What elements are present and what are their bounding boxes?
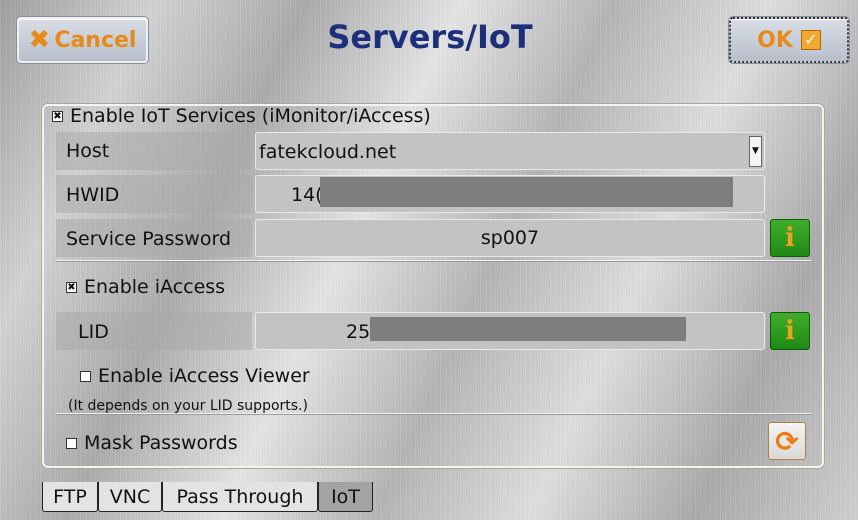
host-label: Host (66, 140, 110, 162)
tab-ftp-label: FTP (53, 485, 87, 508)
page-title: Servers/IoT (327, 18, 533, 56)
checkbox-checked-icon: ✖ (52, 111, 63, 122)
service-password-field[interactable]: sp007 (255, 219, 765, 257)
tab-vnc[interactable]: VNC (98, 482, 162, 512)
service-password-label: Service Password (66, 228, 232, 250)
divider (56, 260, 812, 262)
mask-passwords-checkbox[interactable]: Mask Passwords (66, 432, 238, 454)
enable-iot-checkbox[interactable]: ✖ Enable IoT Services (iMonitor/iAccess) (52, 105, 431, 127)
host-value: fatekcloud.net (259, 141, 397, 163)
checkbox-checked-icon: ✓ (800, 30, 821, 50)
hwid-redaction (320, 177, 733, 207)
enable-iaccess-viewer-checkbox[interactable]: Enable iAccess Viewer (80, 365, 310, 387)
host-dropdown[interactable]: fatekcloud.net ▼ (255, 132, 765, 170)
checkbox-checked-icon: ✖ (66, 282, 77, 293)
info-icon[interactable]: i (770, 312, 810, 350)
lid-value: 25 (346, 321, 371, 343)
tab-iot[interactable]: IoT (318, 482, 373, 512)
hwid-value: 14( (291, 184, 323, 206)
enable-iaccess-label: Enable iAccess (84, 276, 226, 298)
mask-passwords-label: Mask Passwords (84, 432, 238, 454)
hwid-label: HWID (66, 184, 120, 206)
divider (56, 413, 812, 415)
lid-label: LID (78, 321, 109, 343)
tab-iot-label: IoT (331, 485, 360, 508)
enable-iaccess-checkbox[interactable]: ✖ Enable iAccess (66, 276, 225, 298)
refresh-icon[interactable]: ⟳ (768, 422, 806, 460)
tab-pass-through-label: Pass Through (176, 485, 304, 508)
iaccess-viewer-note: (It depends on your LID supports.) (68, 398, 308, 414)
chevron-down-icon[interactable]: ▼ (749, 136, 762, 167)
ok-button[interactable]: OK ✓ (729, 17, 849, 63)
tab-ftp[interactable]: FTP (42, 482, 98, 512)
tab-pass-through[interactable]: Pass Through (162, 482, 318, 512)
checkbox-unchecked-icon (80, 371, 91, 382)
enable-iaccess-viewer-label: Enable iAccess Viewer (98, 365, 310, 387)
enable-iot-label: Enable IoT Services (iMonitor/iAccess) (70, 105, 431, 127)
tab-vnc-label: VNC (109, 485, 151, 508)
cancel-label: Cancel (54, 27, 137, 53)
checkbox-unchecked-icon (66, 438, 77, 449)
ok-label: OK (757, 27, 793, 53)
x-icon: ✖ (28, 25, 51, 55)
info-icon[interactable]: i (770, 219, 810, 257)
lid-redaction (370, 317, 686, 341)
cancel-button[interactable]: ✖ Cancel (17, 17, 148, 63)
service-password-value: sp007 (480, 227, 540, 249)
